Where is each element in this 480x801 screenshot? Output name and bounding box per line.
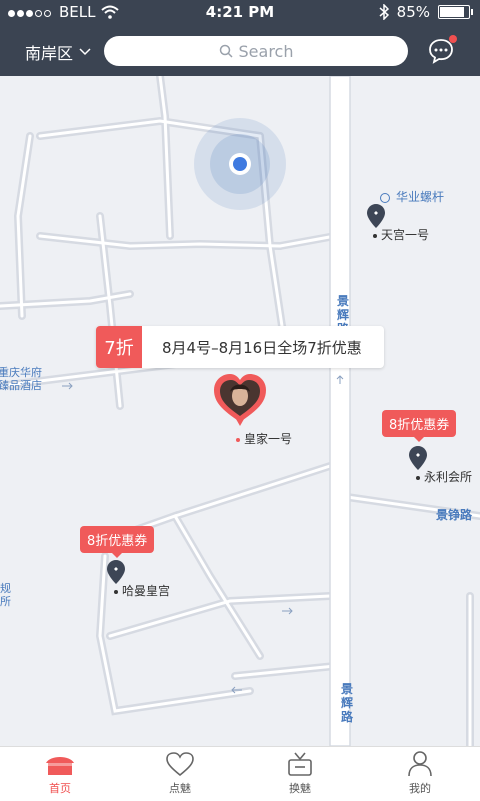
poi-haman[interactable]: 哈曼皇宫 <box>114 582 170 599</box>
current-location-marker <box>194 118 286 210</box>
place-pin-icon[interactable] <box>107 560 125 584</box>
tab-huanmei[interactable]: 换魅 <box>240 747 360 801</box>
target-icon <box>380 192 390 203</box>
place-pin-icon[interactable] <box>409 446 427 470</box>
poi-tiangong[interactable]: 天宫一号 <box>373 226 429 243</box>
tab-label: 点魅 <box>169 782 191 795</box>
tab-label: 首页 <box>49 782 71 795</box>
gift-tv-icon <box>288 752 312 776</box>
battery-icon <box>438 5 473 19</box>
tab-label: 我的 <box>409 782 431 795</box>
promo-callout[interactable]: 7折 8月4号–8月16日全场7折优惠 <box>96 326 384 368</box>
search-icon <box>219 44 233 58</box>
tab-dianmei[interactable]: 点魅 <box>120 747 240 801</box>
poi-yongli[interactable]: 永利会所 <box>416 468 472 485</box>
top-bar: 南岸区 Search <box>0 24 480 76</box>
coupon-badge-yongli[interactable]: 8折优惠券 <box>382 410 457 442</box>
chevron-down-icon <box>79 48 91 56</box>
tab-home[interactable]: 首页 <box>0 747 120 801</box>
search-input[interactable]: Search <box>104 36 408 66</box>
road-label-jingzheng: 景铮路 <box>436 508 473 522</box>
poi-chongqing-hotel[interactable]: 重庆华府 臻品酒店 <box>0 366 42 392</box>
poi-huangjia[interactable]: 皇家一号 <box>236 430 292 447</box>
status-bar: BELL 4:21 PM 85% <box>0 0 480 24</box>
tab-label: 换魅 <box>289 782 311 795</box>
poi-huaye[interactable]: 华业螺杆 <box>380 188 444 205</box>
messages-button[interactable] <box>427 35 457 65</box>
place-pin-icon[interactable] <box>367 204 385 228</box>
discount-badge: 7折 <box>96 326 142 368</box>
coupon-badge-haman[interactable]: 8折优惠券 <box>80 526 155 558</box>
tab-profile[interactable]: 我的 <box>360 747 480 801</box>
road-label-jinghui-bottom: 景辉路 <box>341 682 354 724</box>
map-view[interactable]: 华业螺杆 天宫一号 景辉路 景辉路 景铮路 重庆华府臻品酒店 规所 皇家一号 8… <box>0 76 480 746</box>
home-icon <box>46 757 74 775</box>
user-icon <box>408 751 432 777</box>
heart-icon <box>166 752 194 777</box>
battery-percent: 85% <box>396 3 430 21</box>
district-label: 南岸区 <box>25 44 74 63</box>
district-selector[interactable]: 南岸区 <box>25 40 91 64</box>
unread-badge <box>449 35 457 43</box>
search-placeholder: Search <box>238 41 294 61</box>
tab-bar: 首页 点魅 换魅 我的 <box>0 746 480 801</box>
promo-text: 8月4号–8月16日全场7折优惠 <box>162 338 362 357</box>
bluetooth-icon <box>379 4 389 20</box>
poi-left-edge[interactable]: 规所 <box>0 582 11 608</box>
